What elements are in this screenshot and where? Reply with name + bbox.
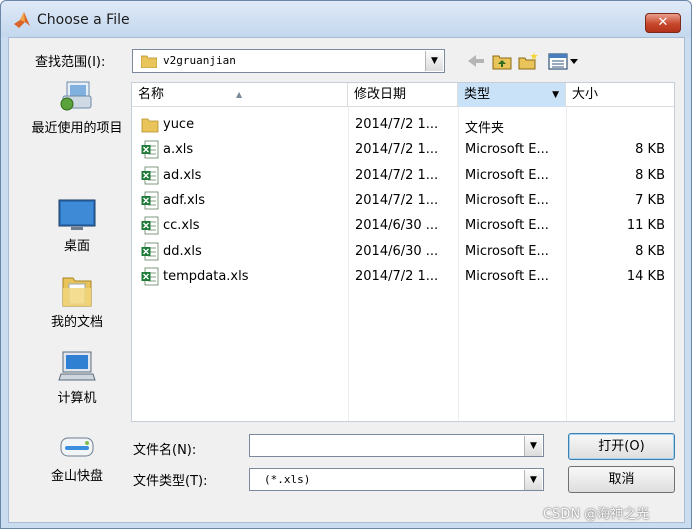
place-my-documents[interactable]: 我的文档 xyxy=(23,274,131,330)
column-date-label: 修改日期 xyxy=(354,87,407,102)
excel-file-icon xyxy=(141,242,159,260)
file-size-cell: 8 KB xyxy=(635,167,665,183)
file-size-cell: 11 KB xyxy=(626,218,665,234)
close-button[interactable]: ✕ xyxy=(645,13,681,33)
file-name-cell: cc.xls xyxy=(163,218,200,234)
column-filter-arrow-icon[interactable]: ▼ xyxy=(552,83,559,107)
file-type-cell: Microsoft E... xyxy=(465,268,549,284)
new-folder-icon[interactable] xyxy=(517,51,539,71)
open-button[interactable]: 打开(O) xyxy=(568,433,675,460)
file-size-cell: 14 KB xyxy=(626,268,665,284)
file-type-cell: Microsoft E... xyxy=(465,218,549,234)
file-type-dropdown-arrow[interactable]: ▼ xyxy=(524,470,542,490)
table-row[interactable]: adf.xls 2014/7/2 1... Microsoft E... 7 KB xyxy=(132,189,674,214)
file-size-cell: 7 KB xyxy=(635,192,665,208)
look-in-combo[interactable]: v2gruanjian ▼ xyxy=(132,49,445,73)
file-name-cell: yuce xyxy=(163,117,195,132)
look-in-label: 查找范围(I): xyxy=(35,55,106,70)
column-name-label: 名称 xyxy=(138,87,165,102)
folder-icon xyxy=(141,118,159,133)
excel-file-icon xyxy=(141,191,159,210)
place-kuaipan[interactable]: 金山快盘 xyxy=(23,428,131,484)
column-header-name[interactable]: 名称 ▲ xyxy=(132,83,348,107)
matlab-icon xyxy=(14,12,30,28)
file-dialog: Choose a File ✕ 查找范围(I): v2gruanjian ▼ 最… xyxy=(0,0,692,529)
place-label: 计算机 xyxy=(57,391,97,406)
file-type-cell: Microsoft E... xyxy=(465,167,549,183)
file-date-cell: 2014/7/2 1... xyxy=(355,117,439,132)
file-size-cell: 8 KB xyxy=(635,142,665,158)
table-row[interactable]: cc.xls 2014/6/30 ... Microsoft E... 11 KB xyxy=(132,214,674,239)
place-label: 桌面 xyxy=(63,239,90,254)
file-name-label: 文件名(N): xyxy=(133,443,197,458)
look-in-value: v2gruanjian xyxy=(163,54,236,67)
file-date-cell: 2014/6/30 ... xyxy=(355,243,439,259)
recent-items-icon xyxy=(60,81,92,111)
excel-file-icon xyxy=(141,140,159,159)
my-documents-icon xyxy=(62,277,92,307)
column-size-label: 大小 xyxy=(572,87,599,102)
place-desktop[interactable]: 桌面 xyxy=(23,198,131,254)
file-name-dropdown-arrow[interactable]: ▼ xyxy=(524,436,542,456)
excel-file-icon xyxy=(141,267,159,286)
dialog-body: 查找范围(I): v2gruanjian ▼ 最近使用的项目 桌面 我的文档 计… xyxy=(8,37,685,523)
place-computer[interactable]: 计算机 xyxy=(23,350,131,406)
file-type-cell: Microsoft E... xyxy=(465,192,549,208)
back-arrow-icon[interactable] xyxy=(465,51,487,71)
file-list[interactable]: 名称 ▲ 修改日期 类型 ▼ 大小 yuce 2014/7/2 1... 文件夹 a.… xyxy=(131,82,675,422)
file-name-cell: dd.xls xyxy=(163,243,202,259)
view-menu-icon[interactable] xyxy=(547,51,581,71)
place-recent-items[interactable]: 最近使用的项目 xyxy=(23,80,131,136)
kuaipan-icon xyxy=(60,437,94,457)
file-type-cell: Microsoft E... xyxy=(465,142,549,158)
file-type-label: 文件类型(T): xyxy=(133,474,208,489)
list-header: 名称 ▲ 修改日期 类型 ▼ 大小 xyxy=(132,83,674,107)
places-bar: 最近使用的项目 桌面 我的文档 计算机 金山快盘 xyxy=(23,78,131,484)
file-type-select[interactable]: (*.xls) ▼ xyxy=(249,468,544,491)
place-label: 我的文档 xyxy=(50,315,103,330)
file-size-cell: 8 KB xyxy=(635,243,665,259)
file-name-cell: tempdata.xls xyxy=(163,268,249,284)
file-date-cell: 2014/7/2 1... xyxy=(355,192,439,208)
file-name-cell: a.xls xyxy=(163,142,194,158)
file-name-cell: ad.xls xyxy=(163,167,202,183)
file-date-cell: 2014/7/2 1... xyxy=(355,268,439,284)
column-header-type[interactable]: 类型 ▼ xyxy=(458,83,566,107)
place-label: 最近使用的项目 xyxy=(31,121,123,136)
file-date-cell: 2014/7/2 1... xyxy=(355,167,439,183)
table-row[interactable]: a.xls 2014/7/2 1... Microsoft E... 8 KB xyxy=(132,138,674,163)
computer-icon xyxy=(58,351,96,381)
table-row[interactable]: tempdata.xls 2014/7/2 1... Microsoft E... 1… xyxy=(132,265,674,290)
file-type-value: (*.xls) xyxy=(264,473,311,486)
file-type-cell: 文件夹 xyxy=(465,121,505,136)
excel-file-icon xyxy=(141,216,159,235)
excel-file-icon xyxy=(141,166,159,184)
file-date-cell: 2014/6/30 ... xyxy=(355,218,439,234)
folder-icon xyxy=(141,55,157,68)
file-name-input[interactable]: ▼ xyxy=(249,434,544,457)
watermark: CSDN @海神之光 xyxy=(543,507,650,522)
table-row[interactable]: dd.xls 2014/6/30 ... Microsoft E... 8 KB xyxy=(132,240,674,265)
desktop-icon xyxy=(58,199,96,230)
column-type-label: 类型 xyxy=(464,87,491,102)
look-in-dropdown-arrow[interactable]: ▼ xyxy=(425,51,443,71)
up-folder-icon[interactable] xyxy=(491,51,513,71)
file-name-cell: adf.xls xyxy=(163,192,206,208)
column-header-size[interactable]: 大小 xyxy=(566,83,674,107)
table-row[interactable]: yuce 2014/7/2 1... 文件夹 xyxy=(132,113,674,138)
sort-arrow-icon: ▲ xyxy=(236,90,243,99)
file-date-cell: 2014/7/2 1... xyxy=(355,142,439,158)
place-label: 金山快盘 xyxy=(50,469,103,484)
column-header-date[interactable]: 修改日期 xyxy=(348,83,458,107)
title-bar[interactable]: Choose a File ✕ xyxy=(1,1,691,37)
window-title: Choose a File xyxy=(37,12,130,28)
table-row[interactable]: ad.xls 2014/7/2 1... Microsoft E... 8 KB xyxy=(132,164,674,189)
cancel-button[interactable]: 取消 xyxy=(568,466,675,493)
file-type-cell: Microsoft E... xyxy=(465,243,549,259)
